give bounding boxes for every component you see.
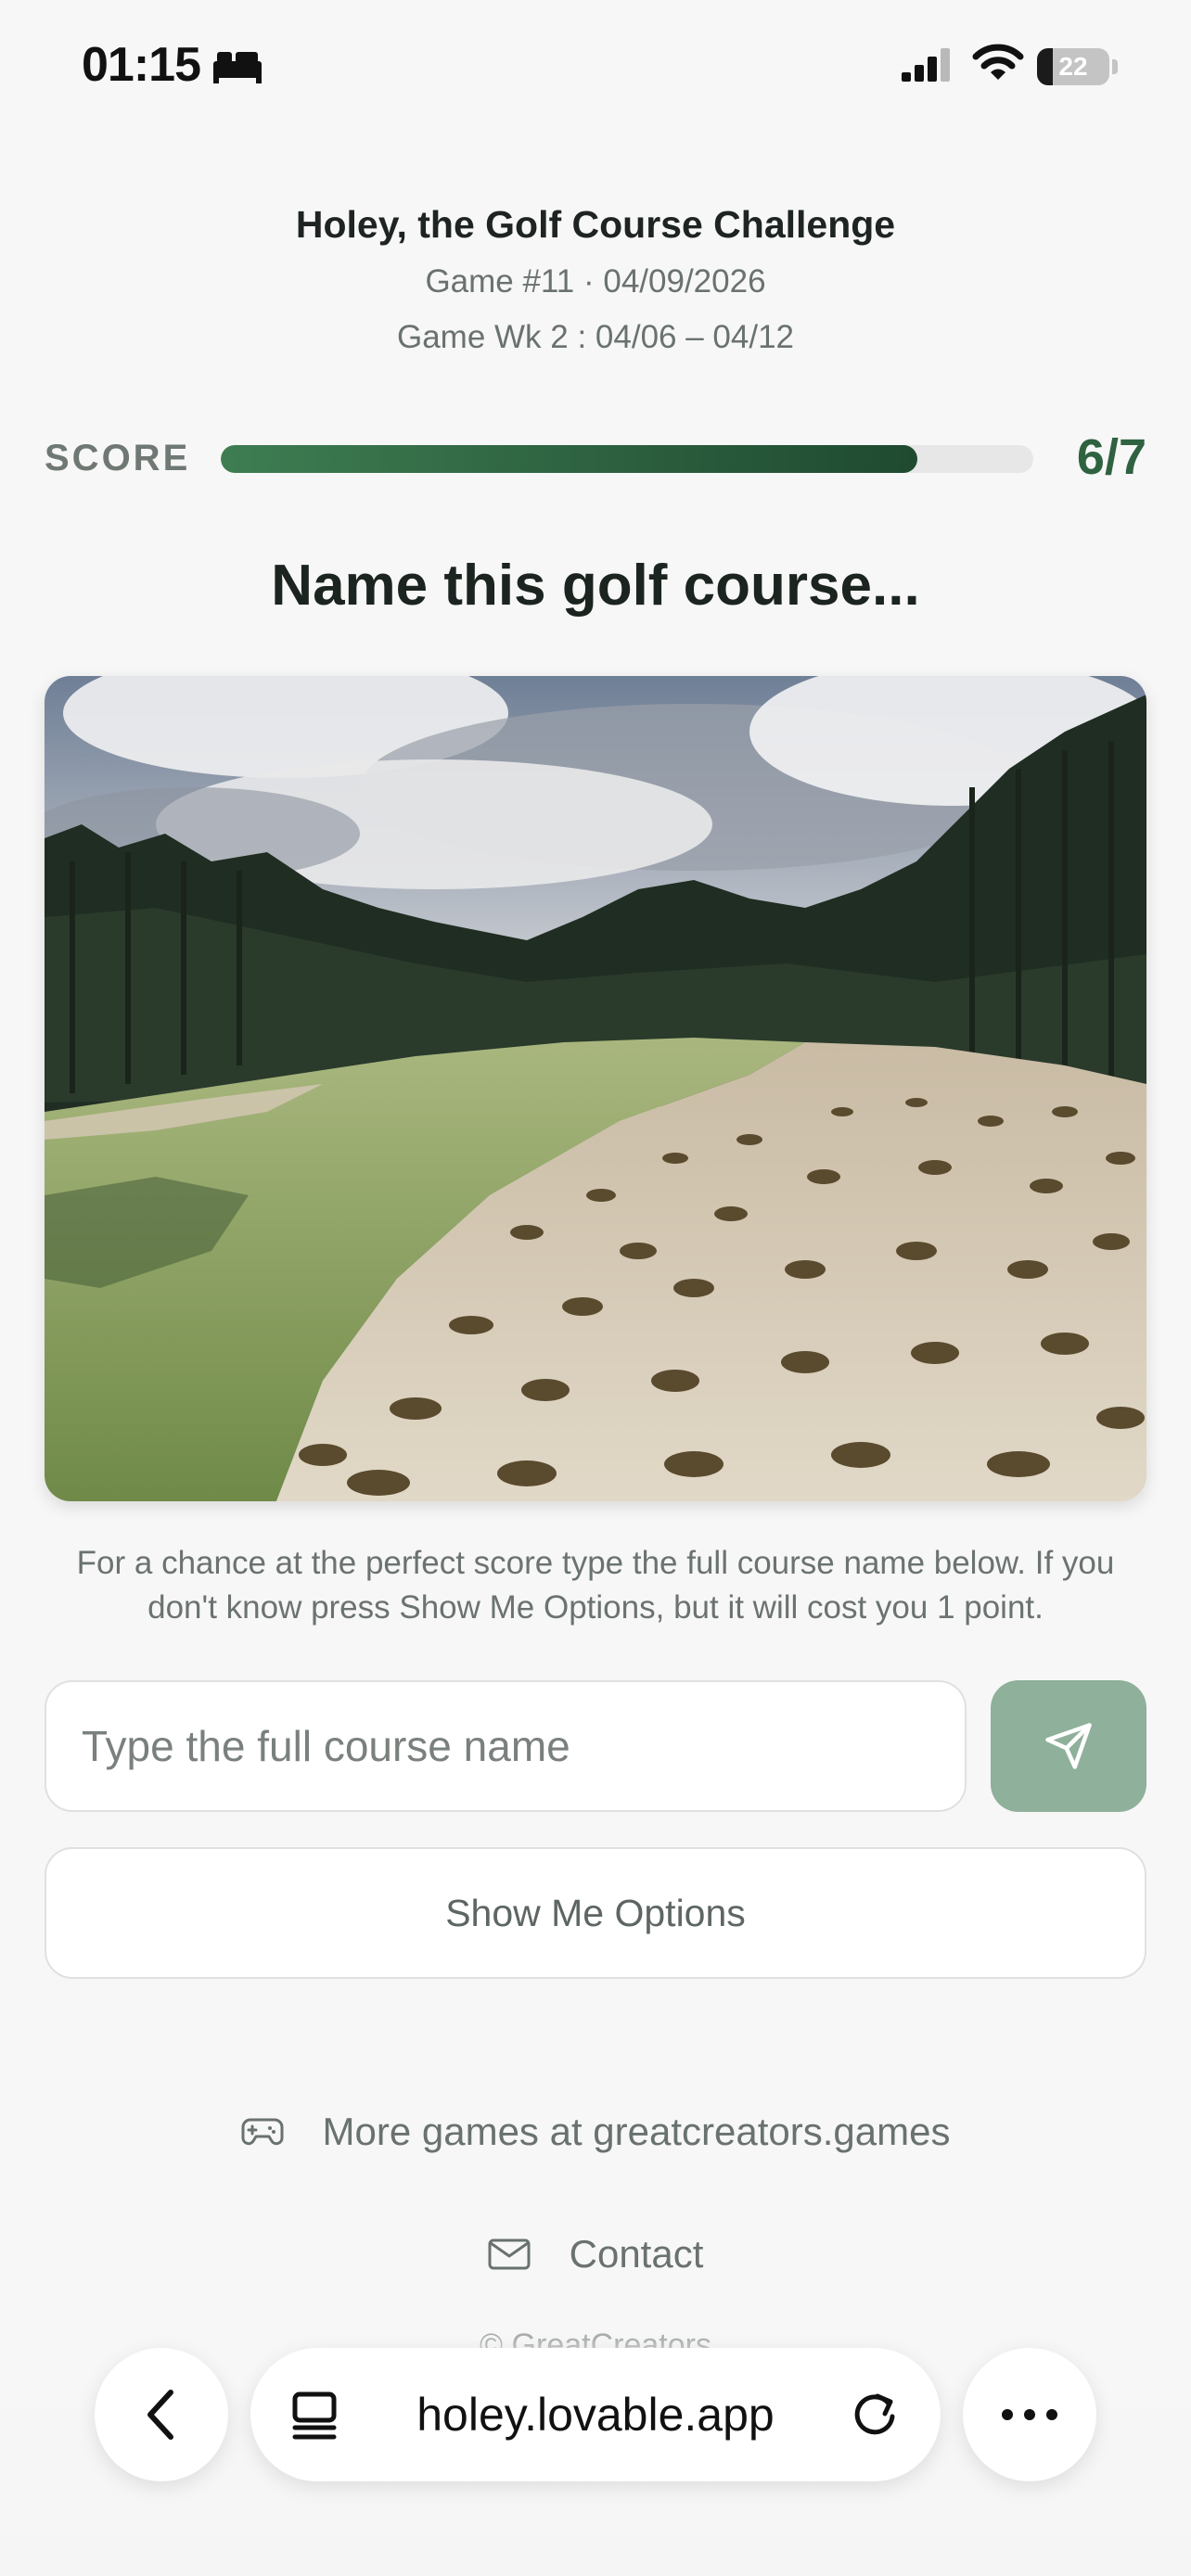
status-bar: 01:15 22 <box>0 0 1191 130</box>
hint-text: For a chance at the perfect score type t… <box>76 1545 1115 1626</box>
golf-course-photo <box>45 676 1146 1501</box>
more-games-label: More games at greatcreators.games <box>322 2110 951 2153</box>
question-prompt: Name this golf course... <box>271 554 920 618</box>
more-games-link[interactable]: More games at greatcreators.games <box>0 2101 1191 2162</box>
back-chevron-icon <box>147 2390 173 2440</box>
bed-icon <box>211 48 263 90</box>
contact-link[interactable]: Contact <box>0 2224 1191 2285</box>
send-icon <box>1045 1723 1092 1769</box>
more-menu-button[interactable] <box>963 2348 1096 2481</box>
ellipsis-icon <box>1002 2409 1057 2420</box>
url-text: holey.lovable.app <box>416 2389 775 2441</box>
game-header: Holey, the Golf Course Challenge Game #1… <box>0 195 1191 365</box>
course-name-input[interactable] <box>45 1680 967 1812</box>
page-title: Holey, the Golf Course Challenge <box>295 203 896 246</box>
score-row: SCORE 6/7 <box>45 427 1146 490</box>
contact-label: Contact <box>569 2232 704 2276</box>
show-options-button[interactable]: Show Me Options <box>45 1847 1146 1979</box>
cellular-signal-icon <box>900 46 955 88</box>
score-value: 6/7 <box>1076 429 1146 485</box>
status-time: 01:15 <box>82 38 201 92</box>
game-week-range: Game Wk 2 : 04/06 – 04/12 <box>396 319 794 355</box>
game-number-date: Game #11 · 04/09/2026 <box>425 263 766 300</box>
back-button[interactable] <box>95 2348 228 2481</box>
score-label: SCORE <box>45 438 191 478</box>
score-progress-fill <box>221 445 917 473</box>
mail-icon <box>488 2238 531 2271</box>
address-bar[interactable]: holey.lovable.app <box>250 2348 941 2481</box>
battery-icon: 22 <box>1037 48 1109 85</box>
battery-level: 22 <box>1058 52 1088 81</box>
wifi-icon <box>972 43 1024 88</box>
battery-cap <box>1112 59 1118 74</box>
gamepad-icon <box>241 2116 284 2148</box>
submit-answer-button[interactable] <box>991 1680 1146 1812</box>
reload-icon[interactable] <box>850 2389 900 2445</box>
score-progress-bar <box>221 445 1033 473</box>
